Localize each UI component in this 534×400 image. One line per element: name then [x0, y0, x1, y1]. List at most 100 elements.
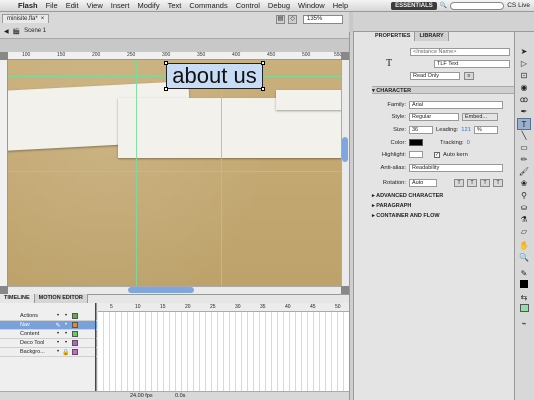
resize-handle[interactable]: [164, 87, 168, 91]
3d-rotation-tool-icon[interactable]: ◉: [517, 82, 531, 94]
menu-modify[interactable]: Modify: [134, 1, 164, 10]
leading-unit-select[interactable]: %: [473, 126, 498, 134]
back-arrow-icon[interactable]: ◀: [4, 28, 9, 35]
character-section-header[interactable]: ▾ CHARACTER: [372, 86, 514, 94]
visibility-dot[interactable]: •: [54, 349, 62, 355]
subscript-icon[interactable]: T: [493, 179, 503, 187]
subselection-tool-icon[interactable]: ▷: [517, 58, 531, 70]
vertical-scroll-thumb[interactable]: [342, 137, 348, 162]
tracking-value[interactable]: 0: [467, 140, 470, 146]
scene-name[interactable]: Scene 1: [24, 28, 46, 34]
text-color-swatch[interactable]: [409, 139, 423, 146]
pencil-tool-icon[interactable]: ✏: [517, 154, 531, 166]
lock-dot[interactable]: •: [62, 313, 70, 319]
selection-tool-icon[interactable]: ➤: [517, 46, 531, 58]
edit-symbol-icon[interactable]: ◇: [288, 15, 297, 24]
deco-tool-icon[interactable]: ❀: [517, 178, 531, 190]
cs-live-menu[interactable]: CS Live: [507, 2, 530, 9]
leading-value[interactable]: 121: [461, 127, 471, 133]
zoom-tool-icon[interactable]: 🔍: [517, 252, 531, 264]
layer-row-nav[interactable]: Nav ✎ •: [0, 321, 97, 330]
paint-bucket-tool-icon[interactable]: ⛀: [517, 202, 531, 214]
fill-color-icon[interactable]: [517, 280, 531, 292]
playhead[interactable]: [95, 303, 96, 391]
resize-handle[interactable]: [261, 61, 265, 65]
free-transform-tool-icon[interactable]: ⊡: [517, 70, 531, 82]
font-style-select[interactable]: Regular: [409, 113, 459, 121]
menu-file[interactable]: File: [42, 1, 62, 10]
layer-color-swatch[interactable]: [72, 322, 78, 328]
menu-help[interactable]: Help: [329, 1, 352, 10]
menu-view[interactable]: View: [83, 1, 107, 10]
layer-row-actions[interactable]: Actions • •: [0, 312, 97, 321]
layer-row-deco-tool[interactable]: Deco Tool • •: [0, 339, 97, 348]
strikethrough-icon[interactable]: T: [467, 179, 477, 187]
document-tab[interactable]: minisite.fla* ×: [2, 14, 50, 23]
visibility-dot[interactable]: •: [54, 340, 62, 346]
visibility-dot[interactable]: •: [54, 313, 62, 319]
about-us-textbox[interactable]: about us: [166, 63, 263, 89]
eyedropper-tool-icon[interactable]: ⚗: [517, 214, 531, 226]
stage-vertical-scrollbar[interactable]: [341, 60, 349, 286]
tab-timeline[interactable]: TIMELINE: [0, 294, 35, 303]
menu-text[interactable]: Text: [164, 1, 186, 10]
hand-tool-icon[interactable]: ✋: [517, 240, 531, 252]
stage-canvas[interactable]: [8, 60, 341, 286]
layer-row-background[interactable]: Backgro... • 🔒: [0, 348, 97, 357]
zoom-select[interactable]: 135%: [303, 15, 343, 24]
font-family-select[interactable]: Arial: [409, 101, 503, 109]
lock-icon[interactable]: 🔒: [62, 349, 70, 356]
frame-ruler[interactable]: 5 10 15 20 25 30 35 40 45 50: [98, 303, 349, 312]
edit-scene-icon[interactable]: ▤: [276, 15, 285, 24]
antialias-select[interactable]: Readability: [409, 164, 503, 172]
text-tool-icon[interactable]: T: [517, 118, 531, 130]
line-tool-icon[interactable]: ╲: [517, 130, 531, 142]
text-orientation-icon[interactable]: ≡: [464, 72, 474, 80]
menu-debug[interactable]: Debug: [264, 1, 294, 10]
help-search-input[interactable]: [450, 1, 505, 10]
menu-commands[interactable]: Commands: [185, 1, 231, 10]
guide-vertical[interactable]: [136, 60, 137, 286]
container-flow-section[interactable]: ▸ CONTAINER AND FLOW: [372, 212, 514, 220]
menu-window[interactable]: Window: [294, 1, 329, 10]
horizontal-scroll-thumb[interactable]: [128, 287, 194, 293]
fps-readout[interactable]: 24.00 fps: [130, 392, 153, 400]
bone-tool-icon[interactable]: ⚲: [517, 190, 531, 202]
layer-color-swatch[interactable]: [72, 331, 78, 337]
menu-insert[interactable]: Insert: [107, 1, 134, 10]
guide-vertical[interactable]: [221, 60, 222, 286]
visibility-dot[interactable]: •: [54, 331, 62, 337]
autokern-checkbox[interactable]: ✓: [434, 151, 440, 158]
workspace-switcher[interactable]: ESSENTIALS: [391, 1, 437, 10]
embed-button[interactable]: Embed...: [462, 113, 498, 121]
text-type-select[interactable]: Read Only: [410, 72, 460, 80]
layer-color-swatch[interactable]: [72, 340, 78, 346]
tab-properties[interactable]: PROPERTIES: [371, 32, 416, 41]
layer-row-content[interactable]: Content • •: [0, 330, 97, 339]
tab-library[interactable]: LIBRARY: [415, 32, 449, 41]
font-size-input[interactable]: 36: [409, 126, 433, 134]
color-swatch-icon[interactable]: [517, 304, 531, 316]
lasso-tool-icon[interactable]: ꝏ: [517, 94, 531, 106]
eraser-tool-icon[interactable]: ▱: [517, 226, 531, 238]
advanced-character-section[interactable]: ▸ ADVANCED CHARACTER: [372, 192, 514, 200]
rectangle-tool-icon[interactable]: ▭: [517, 142, 531, 154]
stroke-color-icon[interactable]: ✎: [517, 268, 531, 280]
menu-control[interactable]: Control: [232, 1, 264, 10]
instance-name-input[interactable]: <Instance Name>: [410, 48, 510, 56]
text-engine-select[interactable]: TLF Text: [434, 60, 510, 68]
menu-edit[interactable]: Edit: [62, 1, 83, 10]
lock-dot[interactable]: •: [62, 340, 70, 346]
paragraph-section[interactable]: ▸ PARAGRAPH: [372, 202, 514, 210]
snap-icon[interactable]: ⌁: [517, 318, 531, 330]
pen-tool-icon[interactable]: ✒: [517, 106, 531, 118]
tab-motion-editor[interactable]: MOTION EDITOR: [34, 294, 88, 303]
resize-handle[interactable]: [261, 87, 265, 91]
rotation-select[interactable]: Auto: [409, 179, 437, 187]
highlight-swatch[interactable]: [409, 151, 423, 158]
visibility-dot[interactable]: •: [62, 322, 70, 328]
frame-grid[interactable]: 5 10 15 20 25 30 35 40 45 50: [98, 303, 349, 391]
brush-tool-icon[interactable]: 🖌: [517, 166, 531, 178]
resize-handle[interactable]: [164, 61, 168, 65]
layer-color-swatch[interactable]: [72, 313, 78, 319]
